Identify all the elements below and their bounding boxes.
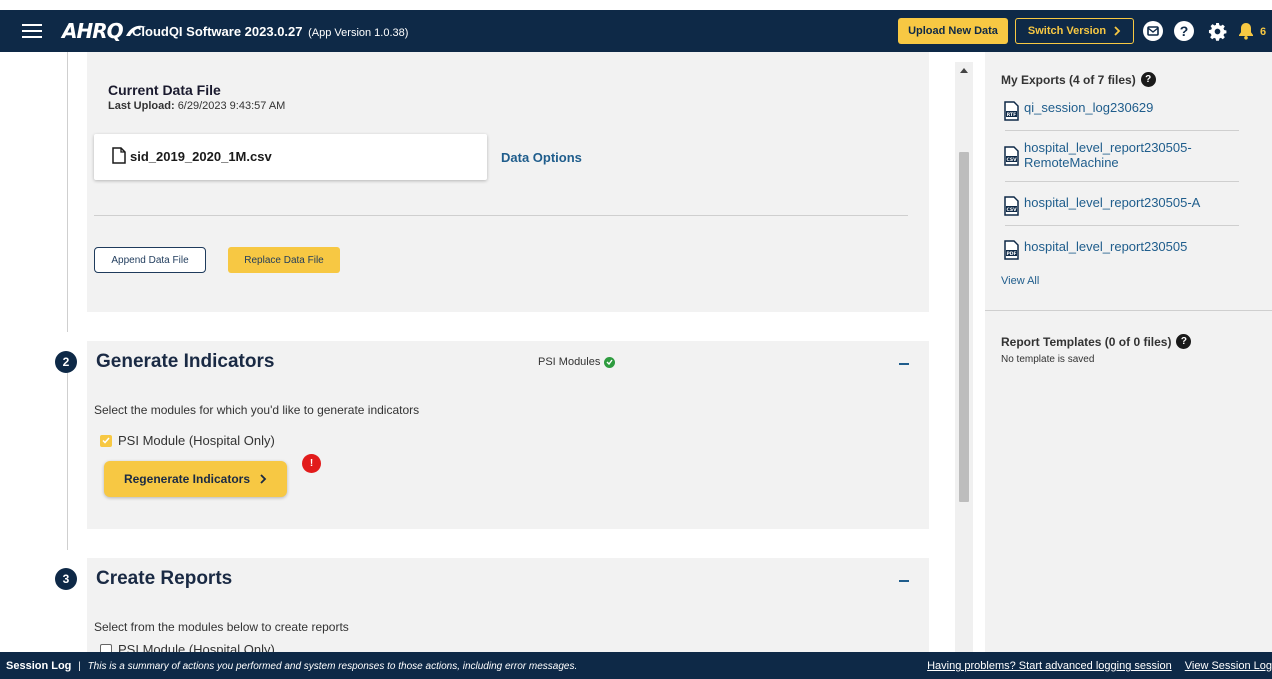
- scroll-up-arrow-icon[interactable]: [960, 68, 968, 73]
- data-options-link[interactable]: Data Options: [501, 150, 582, 165]
- footer-links: Having problems? Start advanced logging …: [917, 660, 1272, 672]
- export-item[interactable]: RTF qi_session_log230629: [1003, 100, 1240, 121]
- notification-count: 6: [1260, 26, 1267, 38]
- help-icon[interactable]: ?: [1140, 72, 1156, 87]
- top-navigation-bar: AHRQ CloudQI Software 2023.0.27 (App Ver…: [0, 10, 1272, 52]
- timeline-line: [67, 52, 68, 332]
- regenerate-indicators-button[interactable]: Regenerate Indicators: [104, 461, 287, 497]
- svg-text:CSV: CSV: [1006, 207, 1017, 213]
- session-log-summary: Session Log | This is a summary of actio…: [6, 660, 578, 672]
- session-log-description: This is a summary of actions you perform…: [87, 661, 578, 672]
- divider: [1005, 225, 1239, 226]
- main-scrollbar[interactable]: [955, 62, 973, 652]
- step-2-indicator: 2: [55, 351, 77, 373]
- export-item[interactable]: CSV hospital_level_report230505-RemoteMa…: [1003, 140, 1240, 170]
- app-title: CloudQI Software 2023.0.27 (App Version …: [132, 24, 409, 39]
- collapse-icon[interactable]: [899, 580, 909, 582]
- last-upload-info: Last Upload: 6/29/2023 9:43:57 AM: [108, 100, 286, 112]
- session-log-footer: Session Log | This is a summary of actio…: [0, 652, 1272, 679]
- create-psi-module-checkbox[interactable]: [100, 643, 112, 652]
- main-content: Current Data File Last Upload: 6/29/2023…: [0, 52, 955, 652]
- rtf-file-icon: RTF: [1004, 101, 1019, 121]
- alert-badge: !: [302, 454, 321, 473]
- psi-modules-status: PSI Modules: [538, 356, 616, 368]
- export-link[interactable]: hospital_level_report230505-A: [1024, 195, 1200, 210]
- csv-file-icon: CSV: [1004, 146, 1019, 166]
- divider: [1005, 181, 1239, 182]
- generate-indicators-heading: Generate Indicators: [96, 351, 275, 372]
- svg-text:CSV: CSV: [1006, 157, 1017, 163]
- divider: [1005, 130, 1239, 131]
- message-icon[interactable]: [1143, 21, 1163, 41]
- current-data-file-title: Current Data File: [108, 82, 221, 98]
- my-exports-title: My Exports (4 of 7 files) ?: [1001, 72, 1156, 87]
- create-description: Select from the modules below to create …: [94, 620, 349, 634]
- create-reports-heading: Create Reports: [96, 568, 233, 589]
- advanced-logging-link[interactable]: Having problems? Start advanced logging …: [927, 660, 1172, 672]
- create-psi-module-label: PSI Module (Hospital Only): [118, 642, 275, 652]
- current-data-file-card: Current Data File Last Upload: 6/29/2023…: [87, 52, 929, 312]
- help-icon[interactable]: ?: [1176, 334, 1192, 349]
- export-item[interactable]: CSV hospital_level_report230505-A: [1003, 195, 1240, 216]
- psi-module-checkbox-row[interactable]: PSI Module (Hospital Only): [100, 433, 275, 448]
- create-psi-module-checkbox-row[interactable]: PSI Module (Hospital Only): [100, 642, 275, 652]
- psi-module-checkbox[interactable]: [100, 434, 112, 447]
- help-icon[interactable]: ?: [1174, 21, 1194, 41]
- chevron-right-icon: [260, 474, 267, 484]
- create-reports-card: Create Reports Select from the modules b…: [87, 558, 929, 652]
- timeline-line: [67, 372, 68, 550]
- scrollbar-thumb[interactable]: [959, 152, 969, 502]
- check-circle-icon: [604, 356, 616, 368]
- replace-data-file-button[interactable]: Replace Data File: [228, 247, 340, 273]
- svg-text:RTF: RTF: [1007, 112, 1016, 118]
- switch-version-button[interactable]: Switch Version: [1015, 18, 1134, 44]
- svg-text:PDF: PDF: [1006, 251, 1016, 257]
- data-file-box: sid_2019_2020_1M.csv: [94, 134, 487, 180]
- export-item[interactable]: PDF hospital_level_report230505: [1003, 239, 1240, 260]
- step-3-indicator: 3: [55, 568, 77, 590]
- generate-indicators-card: Generate Indicators PSI Modules Select t…: [87, 341, 929, 529]
- export-link[interactable]: hospital_level_report230505: [1024, 239, 1187, 254]
- bell-icon[interactable]: [1236, 21, 1256, 41]
- divider: [94, 215, 908, 216]
- file-icon: [112, 147, 126, 164]
- menu-icon[interactable]: [22, 24, 42, 38]
- view-session-log-link[interactable]: View Session Log: [1185, 660, 1272, 672]
- collapse-icon[interactable]: [899, 363, 909, 365]
- generate-description: Select the modules for which you'd like …: [94, 403, 420, 417]
- csv-file-icon: CSV: [1004, 196, 1019, 216]
- export-link[interactable]: hospital_level_report230505-RemoteMachin…: [1024, 140, 1224, 170]
- divider: [985, 310, 1272, 311]
- gear-icon[interactable]: [1207, 21, 1227, 41]
- export-link[interactable]: qi_session_log230629: [1024, 100, 1153, 115]
- data-file-name: sid_2019_2020_1M.csv: [130, 149, 272, 164]
- no-template-message: No template is saved: [1001, 354, 1095, 365]
- report-templates-title: Report Templates (0 of 0 files) ?: [1001, 334, 1192, 349]
- psi-module-label: PSI Module (Hospital Only): [118, 433, 275, 448]
- pdf-file-icon: PDF: [1004, 240, 1019, 260]
- app-version: (App Version 1.0.38): [308, 27, 409, 39]
- append-data-file-button[interactable]: Append Data File: [94, 247, 206, 273]
- session-log-label: Session Log: [6, 660, 72, 672]
- view-all-link[interactable]: View All: [1001, 275, 1039, 287]
- right-sidebar: My Exports (4 of 7 files) ? RTF qi_sessi…: [985, 52, 1272, 652]
- chevron-right-icon: [1114, 26, 1121, 36]
- upload-new-data-button[interactable]: Upload New Data: [898, 18, 1008, 44]
